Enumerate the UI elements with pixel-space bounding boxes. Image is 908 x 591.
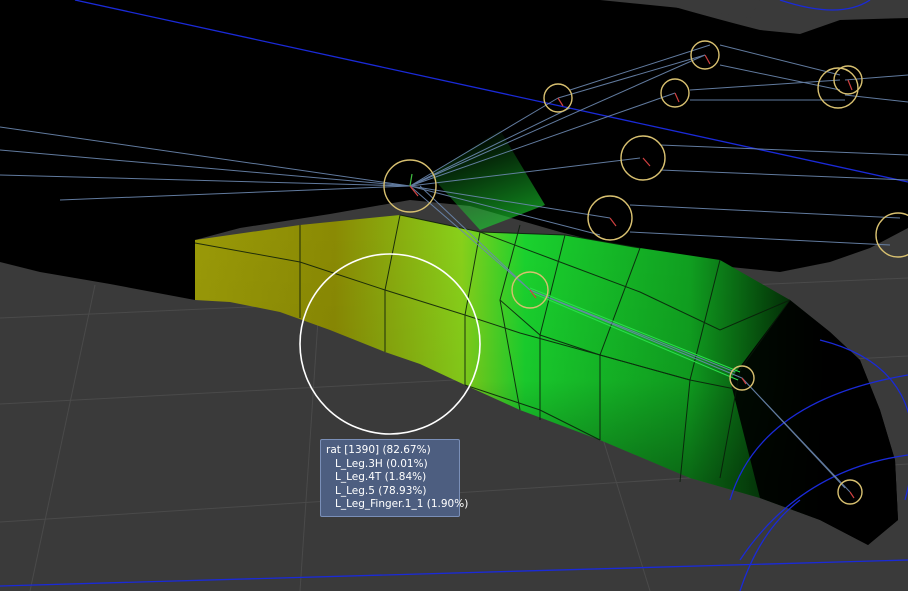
vertex-weight-header: rat [1390] (82.67%)	[326, 444, 431, 456]
influence-row: L_Leg.4T (1.84%)	[335, 471, 427, 484]
weight-info-tooltip: rat [1390] (82.67%) L_Leg.3H (0.01%) L_L…	[320, 439, 469, 517]
influence-row: L_Leg.5 (78.93%)	[335, 484, 427, 497]
influence-row: L_Leg.3H (0.01%)	[335, 457, 428, 470]
3d-viewport[interactable]: rat [1390] (82.67%) L_Leg.3H (0.01%) L_L…	[0, 0, 908, 591]
influence-row: L_Leg_Finger.1_1 (1.90%)	[335, 498, 469, 511]
